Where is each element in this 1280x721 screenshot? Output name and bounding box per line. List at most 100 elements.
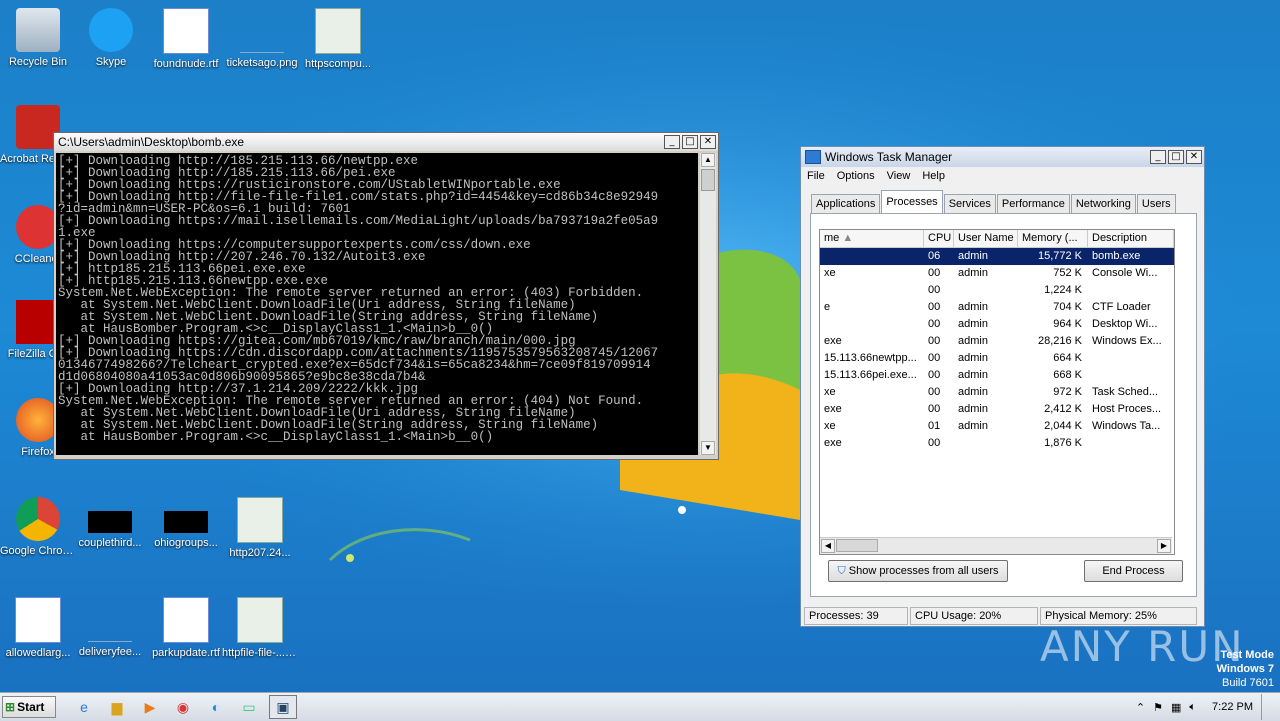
tab-services[interactable]: Services (943, 194, 996, 213)
desktop-icon[interactable]: deliveryfee... (72, 597, 148, 659)
menu-help[interactable]: Help (922, 170, 945, 182)
desktop-icon[interactable]: Google Chrome (0, 497, 76, 558)
desktop-icon[interactable]: foundnude.rtf (148, 8, 224, 71)
end-process-button[interactable]: End Process (1084, 560, 1183, 582)
cell-user: admin (958, 301, 988, 313)
console-titlebar[interactable]: C:\Users\admin\Desktop\bomb.exe _ □ ✕ (54, 133, 718, 151)
cell-description: Desktop Wi... (1092, 318, 1158, 330)
cell-cpu: 06 (928, 250, 941, 262)
table-row[interactable]: 00 admin 964 K Desktop Wi... (820, 316, 1174, 333)
table-row[interactable]: xe 01 admin 2,044 K Windows Ta... (820, 418, 1174, 435)
menu-view[interactable]: View (887, 170, 911, 182)
desktop-icon-label: httpscompu... (304, 58, 372, 70)
column-user-name[interactable]: User Name (954, 230, 1018, 247)
maximize-icon[interactable]: □ (682, 135, 698, 149)
desktop-icon[interactable]: ticketsago.png (224, 8, 300, 70)
chevron-up-icon[interactable]: ⌃ (1136, 701, 1145, 714)
tab-networking[interactable]: Networking (1070, 194, 1136, 213)
scroll-thumb[interactable] (836, 539, 878, 552)
scroll-up-icon[interactable]: ▲ (701, 153, 715, 167)
desktop-icon[interactable]: Skype (73, 8, 149, 69)
tab-performance[interactable]: Performance (996, 194, 1070, 213)
cell-image-name: e (824, 301, 831, 313)
tab-applications[interactable]: Applications (811, 194, 881, 213)
minimize-icon[interactable]: _ (1150, 150, 1166, 164)
menu-options[interactable]: Options (837, 170, 875, 182)
column-memory[interactable]: Memory (... (1018, 230, 1088, 247)
column-image-name[interactable]: me ▲ (820, 230, 924, 247)
table-row[interactable]: exe 00 1,876 K (820, 435, 1174, 452)
process-table[interactable]: me ▲ CPU User Name Memory (... Descripti… (819, 229, 1175, 555)
task-manager-icon[interactable]: ▣ (269, 695, 297, 719)
black-file-icon (164, 511, 208, 533)
table-row[interactable]: 06 admin 15,772 K bomb.exe (820, 248, 1174, 265)
cell-description (1088, 367, 1174, 384)
window-icon[interactable]: ▭ (236, 696, 262, 718)
minimize-icon[interactable]: _ (664, 135, 680, 149)
console-scrollbar[interactable]: ▲ ▼ (700, 153, 716, 455)
console-window[interactable]: C:\Users\admin\Desktop\bomb.exe _ □ ✕ [+… (53, 132, 719, 460)
menu-file[interactable]: File (807, 170, 825, 182)
window-file-icon (237, 497, 283, 543)
table-row[interactable]: xe 00 admin 752 K Console Wi... (820, 265, 1174, 282)
scroll-left-icon[interactable]: ◀ (821, 539, 835, 553)
desktop-icon[interactable]: couplethird... (72, 497, 148, 550)
edge-icon[interactable]: ◐ (203, 696, 229, 718)
scroll-down-icon[interactable]: ▼ (701, 441, 715, 455)
cell-image-name: exe (824, 437, 842, 449)
desktop-icon[interactable]: httpfile-file-... build 7601.exe (222, 597, 298, 660)
maximize-icon[interactable]: □ (1168, 150, 1184, 164)
cell-memory: 1,224 K (1044, 284, 1082, 296)
cell-image-name: 15.113.66pei.exe... (824, 369, 917, 381)
table-row[interactable]: exe 00 admin 2,412 K Host Proces... (820, 401, 1174, 418)
table-row[interactable]: 15.113.66newtpp... 00 admin 664 K (820, 350, 1174, 367)
table-row[interactable]: 15.113.66pei.exe... 00 admin 668 K (820, 367, 1174, 384)
scroll-right-icon[interactable]: ▶ (1157, 539, 1171, 553)
table-row[interactable]: 00 1,224 K (820, 282, 1174, 299)
table-row[interactable]: xe 00 admin 972 K Task Sched... (820, 384, 1174, 401)
tab-users[interactable]: Users (1136, 194, 1176, 213)
chrome-icon (16, 497, 60, 541)
table-header: me ▲ CPU User Name Memory (... Descripti… (820, 230, 1174, 248)
close-icon[interactable]: ✕ (700, 135, 716, 149)
menu-bar: File Options View Help (801, 167, 1204, 185)
desktop-icon[interactable]: Recycle Bin (0, 8, 76, 69)
task-manager-window[interactable]: Windows Task Manager _ □ ✕ File Options … (800, 146, 1205, 627)
ie-icon[interactable]: e (71, 696, 97, 718)
horizontal-scrollbar[interactable]: ◀ ▶ (820, 537, 1172, 554)
table-row[interactable]: exe 00 admin 28,216 K Windows Ex... (820, 333, 1174, 350)
cell-image-name: xe (824, 420, 836, 432)
explorer-icon[interactable]: ▆ (104, 696, 130, 718)
desktop-icon[interactable]: httpscompu... (300, 8, 376, 71)
column-description[interactable]: Description (1088, 230, 1174, 247)
tab-processes[interactable]: Processes (881, 190, 943, 213)
task-manager-title: Windows Task Manager (825, 150, 953, 164)
cell-user (954, 282, 1018, 299)
desktop-icon[interactable]: allowedlarg... (0, 597, 76, 660)
cell-cpu: 00 (928, 301, 941, 313)
cell-memory: 2,044 K (1044, 420, 1082, 432)
cell-user: admin (958, 250, 988, 262)
show-desktop-button[interactable] (1261, 694, 1272, 720)
desktop-icon[interactable]: http207.24... (222, 497, 298, 560)
scroll-thumb[interactable] (701, 169, 715, 191)
network-icon[interactable]: ▦ (1171, 701, 1181, 714)
cell-image-name: 15.113.66newtpp... (824, 352, 917, 364)
table-row[interactable]: e 00 admin 704 K CTF Loader (820, 299, 1174, 316)
cell-memory: 28,216 K (1037, 335, 1082, 347)
console-output: [+] Downloading http://185.215.113.66/ne… (56, 153, 698, 455)
volume-icon[interactable]: 🔈︎ (1189, 701, 1196, 714)
window-file-icon (315, 8, 361, 54)
chrome-icon[interactable]: ◉ (170, 696, 196, 718)
close-icon[interactable]: ✕ (1186, 150, 1202, 164)
show-all-processes-button[interactable]: ⛉ Show processes from all users (828, 560, 1008, 582)
desktop-icon[interactable]: ohiogroups... (148, 497, 224, 550)
desktop-icon[interactable]: parkupdate.rtf (148, 597, 224, 660)
clock[interactable]: 7:22 PM (1212, 701, 1253, 713)
cell-user (954, 435, 1018, 452)
column-cpu[interactable]: CPU (924, 230, 954, 247)
task-manager-titlebar[interactable]: Windows Task Manager _ □ ✕ (801, 147, 1204, 167)
flag-icon[interactable]: ⚑ (1153, 701, 1163, 714)
start-button[interactable]: ⊞ Start (2, 696, 56, 718)
media-player-icon[interactable]: ▶ (137, 696, 163, 718)
